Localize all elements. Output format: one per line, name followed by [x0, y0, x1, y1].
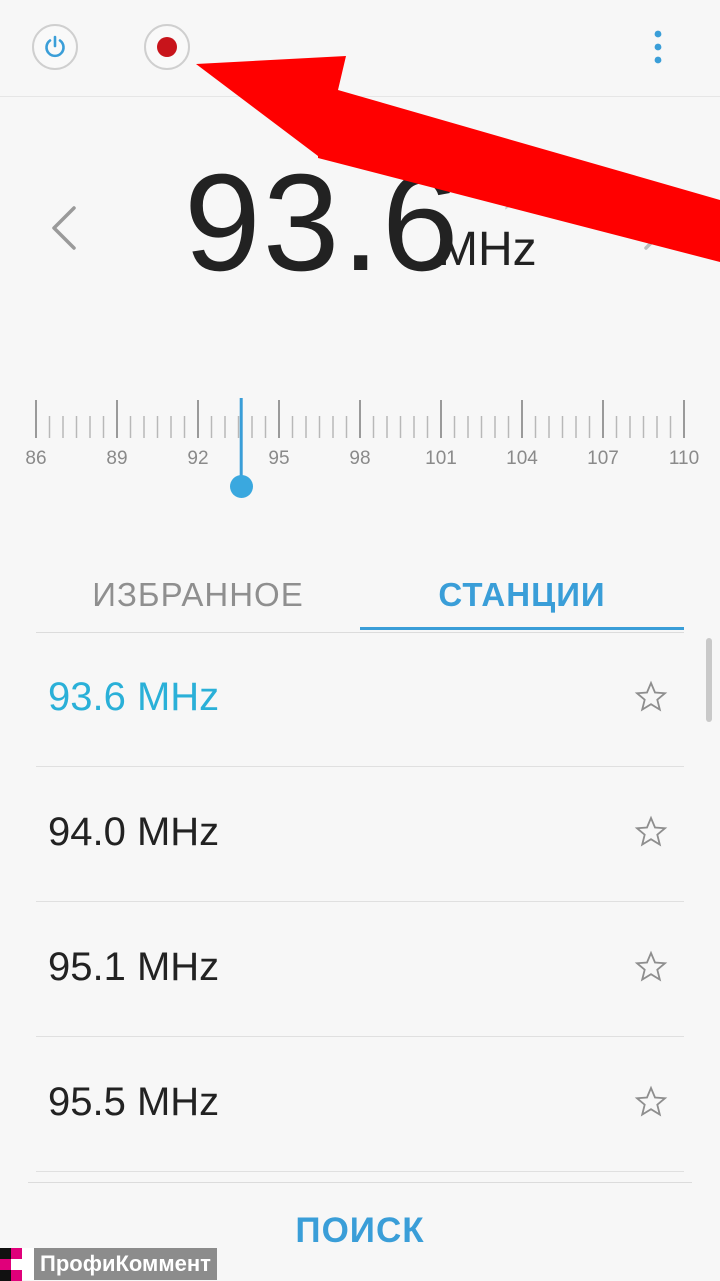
tuner-needle-handle[interactable] — [229, 475, 253, 498]
tab-stations[interactable]: СТАНЦИИ — [360, 560, 684, 630]
star-icon[interactable] — [634, 950, 668, 984]
station-row[interactable]: 94.0 MHz — [36, 767, 684, 902]
tick-label: 107 — [587, 448, 619, 469]
station-label: 94.0 MHz — [48, 810, 220, 854]
station-label: 93.6 MHz — [48, 675, 220, 719]
tick-label: 95 — [268, 448, 290, 469]
tick-label: 101 — [425, 448, 457, 469]
tab-indicator — [360, 627, 684, 630]
watermark-logo-icon — [0, 1248, 34, 1281]
tuner-ticks — [35, 398, 685, 484]
tick-label: 104 — [506, 448, 538, 469]
tab-favorites[interactable]: ИЗБРАННОЕ — [36, 560, 360, 630]
star-icon[interactable] — [634, 680, 668, 714]
station-row[interactable]: 95.5 MHz — [36, 1037, 684, 1172]
annotation-arrow — [196, 56, 720, 262]
star-icon[interactable] — [634, 1085, 668, 1119]
watermark: ПрофиКоммент — [0, 1248, 217, 1281]
list-scrollbar[interactable] — [706, 638, 712, 722]
station-list: 93.6 MHz 94.0 MHz 95.1 MHz 95.5 MHz — [36, 632, 684, 1172]
tuner-scale[interactable]: 86 89 92 95 98 101 104 107 110 — [0, 380, 720, 510]
tick-label: 98 — [349, 448, 371, 469]
station-row[interactable]: 93.6 MHz — [36, 632, 684, 767]
tick-label: 110 — [668, 448, 700, 469]
watermark-text: ПрофиКоммент — [34, 1248, 217, 1280]
station-label: 95.5 MHz — [48, 1080, 220, 1124]
tick-label: 86 — [25, 448, 47, 469]
station-label: 95.1 MHz — [48, 945, 220, 989]
tab-bar: ИЗБРАННОЕ СТАНЦИИ — [36, 560, 684, 633]
tick-label: 92 — [187, 448, 209, 469]
star-icon[interactable] — [634, 815, 668, 849]
station-row[interactable]: 95.1 MHz — [36, 902, 684, 1037]
tick-label: 89 — [106, 448, 128, 469]
